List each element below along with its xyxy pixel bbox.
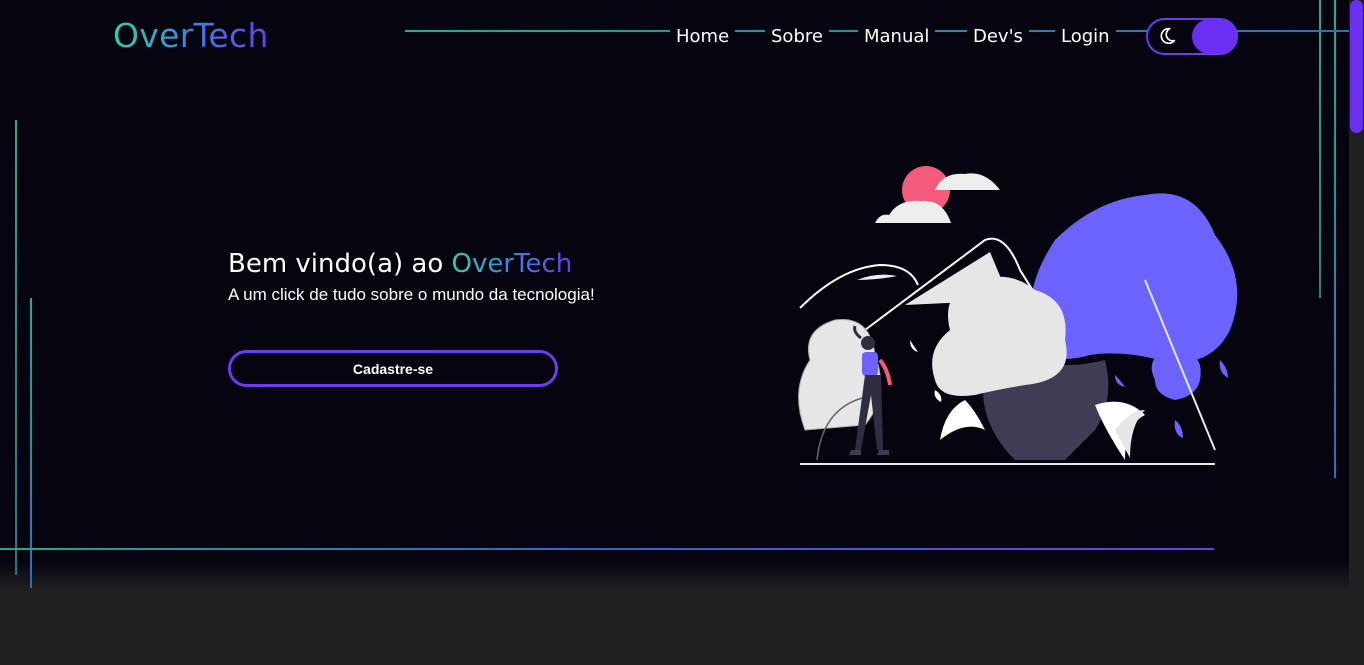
decor-line-left-1 — [15, 120, 17, 575]
decor-line-right-2 — [1334, 0, 1336, 478]
nav-link-login[interactable]: Login — [1055, 24, 1116, 50]
backpack-shape — [862, 352, 878, 376]
moon-icon — [1160, 27, 1176, 45]
theme-toggle[interactable] — [1146, 18, 1238, 55]
brand-logo[interactable]: OverTech — [113, 14, 269, 58]
scrollbar-thumb[interactable] — [1350, 0, 1363, 133]
signup-button[interactable]: Cadastre-se — [228, 350, 558, 387]
toggle-knob[interactable] — [1192, 19, 1237, 54]
hero-fade — [0, 560, 1349, 590]
decor-line-right-1 — [1319, 0, 1321, 298]
nav-link-sobre[interactable]: Sobre — [765, 24, 829, 50]
mountain-shape — [857, 274, 897, 280]
hiking-illustration — [798, 166, 1238, 465]
welcome-brand: OverTech — [451, 249, 573, 279]
vertical-scrollbar[interactable] — [1349, 0, 1364, 665]
nav-link-devs[interactable]: Dev's — [967, 24, 1029, 50]
nav-link-home[interactable]: Home — [670, 24, 736, 50]
welcome-heading: Bem vindo(a) ao OverTech — [228, 246, 572, 282]
decor-line-left-2 — [30, 298, 32, 588]
tagline: A um click de tudo sobre o mundo da tecn… — [228, 285, 595, 304]
nav-link-manual[interactable]: Manual — [858, 24, 936, 50]
page: OverTech Home Sobre Manual Dev's Login B… — [0, 0, 1364, 665]
welcome-prefix: Bem vindo(a) ao — [228, 249, 452, 279]
person-head — [861, 336, 875, 350]
decor-line-bottom — [0, 548, 1214, 550]
mountain-shape — [799, 263, 919, 309]
